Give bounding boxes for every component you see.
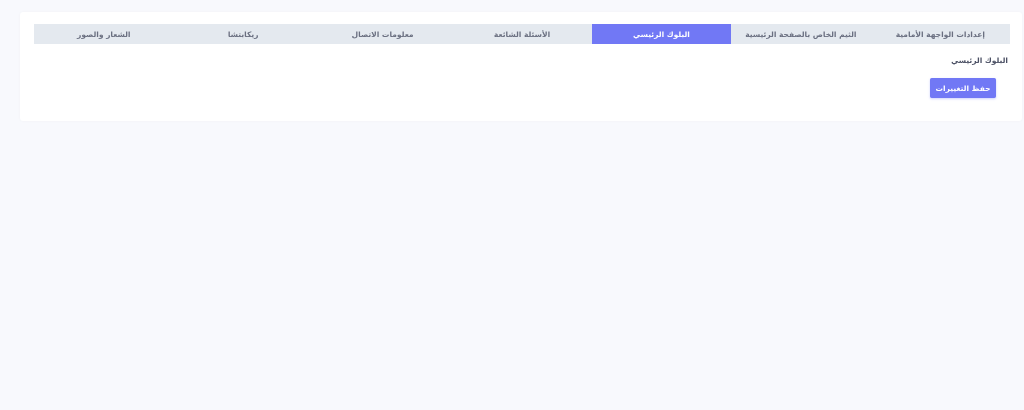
tab-contact-info[interactable]: معلومات الاتصال bbox=[313, 24, 452, 44]
tab-main-block[interactable]: البلوك الرئيسي bbox=[591, 24, 732, 44]
settings-card: إعدادات الواجهة الأمامية الثيم الخاص بال… bbox=[20, 12, 1022, 121]
settings-tab-bar: إعدادات الواجهة الأمامية الثيم الخاص بال… bbox=[34, 24, 1010, 44]
tab-faq[interactable]: الأسئلة الشائعة bbox=[452, 24, 591, 44]
tab-logo-images[interactable]: الشعار والصور bbox=[34, 24, 173, 44]
tab-homepage-theme[interactable]: الثيم الخاص بالصفحة الرئيسية bbox=[731, 24, 870, 44]
tab-frontend-settings[interactable]: إعدادات الواجهة الأمامية bbox=[871, 24, 1010, 44]
tab-recaptcha[interactable]: ريكابتشا bbox=[173, 24, 312, 44]
section-title: البلوك الرئيسي bbox=[951, 56, 1008, 65]
save-changes-button[interactable]: حفظ التغييرات bbox=[930, 78, 996, 98]
